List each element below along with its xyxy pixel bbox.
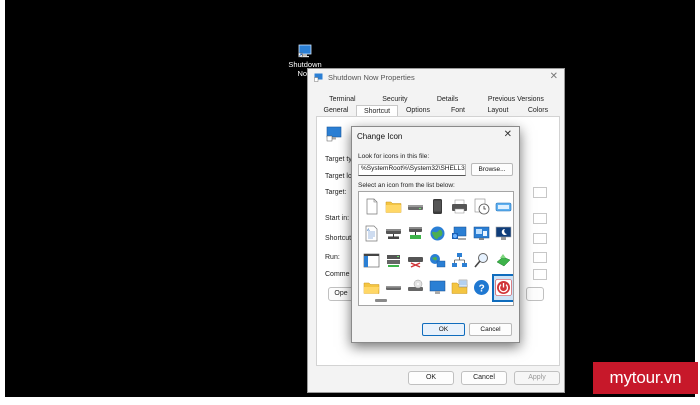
- icon-grid: A?: [361, 194, 513, 302]
- shortcut-large-icon: [326, 126, 342, 142]
- target-location-label: Target lo: [325, 173, 352, 180]
- magnifier-icon[interactable]: [471, 248, 492, 274]
- disconnected-drive-icon[interactable]: [405, 248, 426, 274]
- desktop-window-icon[interactable]: [471, 221, 492, 247]
- sleep-monitor-icon[interactable]: [493, 221, 513, 247]
- globe-icon[interactable]: [427, 221, 448, 247]
- properties-title: Shutdown Now Properties: [328, 73, 415, 82]
- network-monitor-icon[interactable]: [449, 221, 470, 247]
- icon-file-path-input[interactable]: %SystemRoot%\System32\SHELL32: [358, 164, 466, 176]
- network-drive-icon[interactable]: [383, 221, 404, 247]
- start-in-label: Start in:: [325, 215, 350, 222]
- run-label: Run:: [325, 254, 340, 261]
- ok-button[interactable]: OK: [422, 323, 465, 336]
- window-app-icon[interactable]: [361, 248, 382, 274]
- tab-font[interactable]: Font: [438, 105, 478, 116]
- shortcut-key-field[interactable]: [533, 233, 547, 244]
- target-label: Target:: [325, 189, 347, 196]
- select-icon-label: Select an icon from the list below:: [358, 182, 455, 189]
- text-document-icon[interactable]: A: [361, 221, 382, 247]
- printer-icon[interactable]: [449, 194, 470, 220]
- blank-document-icon[interactable]: [361, 194, 382, 220]
- smartphone-icon[interactable]: [427, 194, 448, 220]
- tab-shortcut[interactable]: Shortcut: [356, 105, 398, 116]
- tab-options[interactable]: Options: [398, 105, 438, 116]
- tab-colors[interactable]: Colors: [518, 105, 558, 116]
- run-select[interactable]: [533, 252, 547, 263]
- tab-details[interactable]: Details: [421, 94, 474, 105]
- browse-button[interactable]: Browse...: [471, 163, 513, 176]
- close-icon[interactable]: ✕: [504, 129, 512, 140]
- properties-apply-button[interactable]: Apply: [514, 371, 560, 385]
- svg-text:A: A: [367, 227, 370, 232]
- shortcut-monitor-icon: [298, 44, 312, 58]
- comment-label: Comme: [325, 271, 350, 278]
- close-icon[interactable]: ✕: [550, 71, 558, 82]
- recycle-arrow-icon[interactable]: [493, 248, 513, 274]
- look-for-label: Look for icons in this file:: [358, 153, 430, 160]
- scrollbar-thumb[interactable]: [375, 299, 387, 302]
- properties-cancel-button[interactable]: Cancel: [461, 371, 507, 385]
- comment-field[interactable]: [533, 269, 547, 280]
- change-icon-dialog: Change Icon ✕ Look for icons in this fil…: [351, 126, 520, 343]
- clock-icon[interactable]: [471, 194, 492, 220]
- start-in-field[interactable]: [533, 213, 547, 224]
- desktop-background: Shutdown Now Shutdown Now Properties ✕ T…: [5, 0, 695, 397]
- removable-drive-icon[interactable]: [493, 194, 513, 220]
- drive-icon[interactable]: [405, 194, 426, 220]
- icon-list[interactable]: A?: [358, 191, 514, 306]
- properties-ok-button[interactable]: OK: [408, 371, 454, 385]
- network-tree-icon[interactable]: [449, 248, 470, 274]
- tab-general[interactable]: General: [316, 105, 356, 116]
- network-drive-green-icon[interactable]: [405, 221, 426, 247]
- horizontal-scrollbar[interactable]: [361, 298, 511, 303]
- network-places-icon[interactable]: [427, 248, 448, 274]
- tab-previous-versions[interactable]: Previous Versions: [474, 94, 558, 105]
- server-icon[interactable]: [383, 248, 404, 274]
- tab-terminal[interactable]: Terminal: [316, 94, 369, 105]
- target-type-label: Target ty: [325, 156, 352, 163]
- advanced-button[interactable]: [526, 287, 544, 301]
- watermark-logo: mytour.vn: [593, 362, 698, 394]
- tabs-front-row: General Shortcut Options Font Layout Col…: [316, 105, 558, 116]
- window-shortcut-icon: [314, 73, 323, 82]
- change-icon-title: Change Icon: [357, 132, 403, 141]
- svg-text:?: ?: [479, 284, 485, 295]
- tabs-back-row: Terminal Security Details Previous Versi…: [316, 94, 558, 105]
- target-field[interactable]: [533, 187, 547, 198]
- shortcut-key-label: Shortcut: [325, 235, 352, 242]
- cancel-button[interactable]: Cancel: [469, 323, 512, 336]
- folder-icon[interactable]: [383, 194, 404, 220]
- tab-layout[interactable]: Layout: [478, 105, 518, 116]
- tab-security[interactable]: Security: [369, 94, 422, 105]
- properties-titlebar[interactable]: Shutdown Now Properties ✕: [308, 69, 564, 87]
